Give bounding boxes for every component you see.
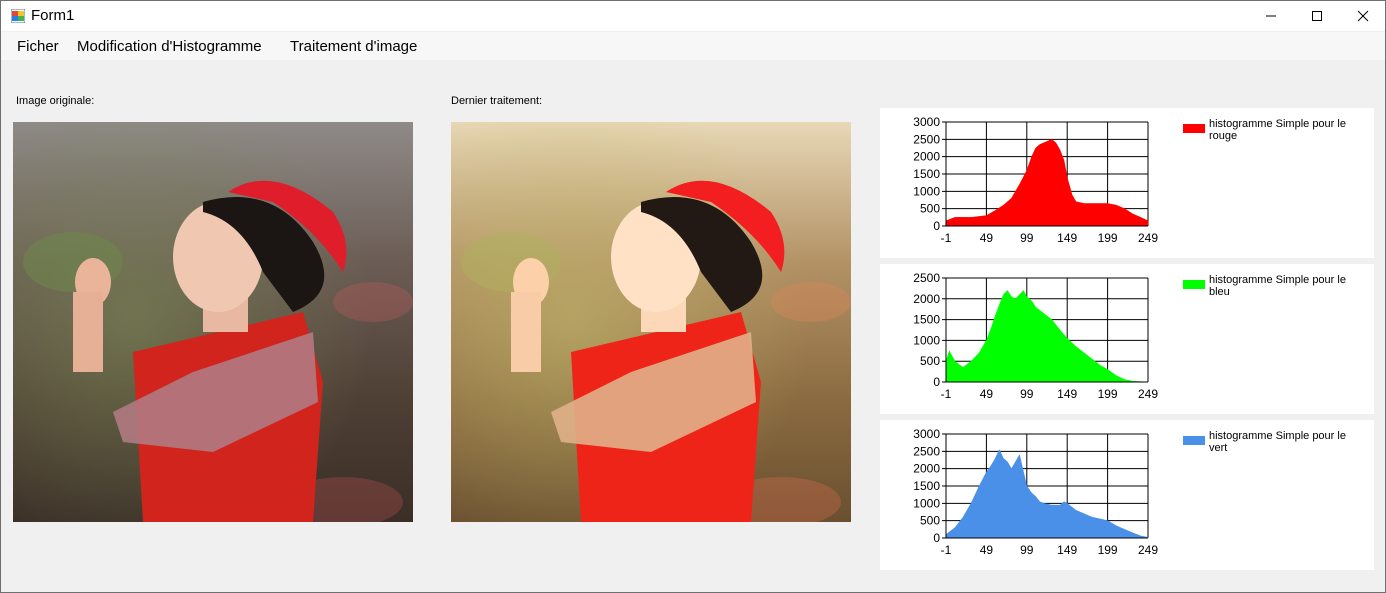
x-tick-label: 199 (1098, 543, 1118, 557)
red-histogram-chart: 3000 2500 2000 1500 1000 500 0-1 49 99 149 199 249 (913, 115, 1158, 245)
legend-label: histogramme Simple pour le bleu (1209, 274, 1346, 298)
x-tick-label: 49 (980, 231, 994, 245)
y-tick-label: 2000 (913, 150, 940, 164)
x-tick-label: 199 (1098, 387, 1118, 401)
menu-traitement-image[interactable]: Traitement d'image (290, 38, 417, 55)
y-tick-label: 1500 (913, 479, 940, 493)
y-tick-label: 1500 (913, 167, 940, 181)
maximize-icon (1312, 11, 1322, 21)
y-tick-label: 0 (933, 531, 940, 545)
window-title: Form1 (31, 7, 75, 24)
y-tick-label: 3000 (913, 427, 940, 441)
legend-swatch (1183, 124, 1205, 133)
y-tick-label: 500 (920, 514, 940, 528)
legend-label: histogramme Simple pour le rouge (1209, 118, 1346, 142)
y-tick-label: 1000 (913, 496, 940, 510)
legend-label: histogramme Simple pour le vert (1209, 430, 1346, 454)
original-image-label: Image originale: (16, 95, 95, 107)
maximize-button[interactable] (1294, 1, 1340, 31)
x-tick-label: 99 (1020, 387, 1034, 401)
close-button[interactable] (1340, 1, 1386, 31)
x-tick-label: 99 (1020, 543, 1034, 557)
x-tick-label: 249 (1138, 387, 1158, 401)
y-tick-label: 2500 (913, 271, 940, 285)
x-tick-label: 149 (1057, 231, 1077, 245)
x-tick-label: -1 (941, 231, 952, 245)
legend-swatch (1183, 436, 1205, 445)
x-tick-label: 149 (1057, 543, 1077, 557)
menu-bar: Ficher Modification d'Histogramme Traite… (1, 32, 1385, 60)
y-tick-label: 2000 (913, 462, 940, 476)
x-tick-label: 249 (1138, 231, 1158, 245)
x-tick-label: 49 (980, 543, 994, 557)
histogram-area (945, 449, 1149, 539)
y-tick-label: 0 (933, 375, 940, 389)
main-window: Form1 Ficher Modification d'Histogramme … (0, 0, 1386, 593)
close-icon (1357, 10, 1369, 22)
menu-modification-histogramme[interactable]: Modification d'Histogramme (77, 38, 262, 55)
histogram-panel-blue: 3000 2500 2000 1500 1000 500 0 -1 49 99 149 199 249 … (880, 420, 1374, 570)
histogram-area (945, 139, 1149, 227)
app-icon (11, 9, 25, 23)
processed-image-label: Dernier traitement: (451, 95, 543, 107)
y-tick-label: 500 (920, 354, 940, 368)
histogram-area (945, 290, 1149, 383)
minimize-button[interactable] (1248, 1, 1294, 31)
x-tick-label: 249 (1138, 543, 1158, 557)
processed-image[interactable] (451, 122, 851, 522)
x-tick-label: -1 (941, 543, 952, 557)
y-tick-label: 500 (920, 202, 940, 216)
x-tick-label: 49 (980, 387, 994, 401)
x-tick-label: 99 (1020, 231, 1034, 245)
legend-swatch (1183, 280, 1205, 289)
x-tick-label: -1 (941, 387, 952, 401)
blue-histogram-chart: 3000 2500 2000 1500 1000 500 0-1 49 99 149 199 249 (913, 427, 1158, 557)
x-tick-label: 149 (1057, 387, 1077, 401)
menu-ficher[interactable]: Ficher (17, 38, 59, 55)
x-tick-label: 199 (1098, 231, 1118, 245)
y-tick-label: 1500 (913, 313, 940, 327)
title-bar[interactable]: Form1 (1, 1, 1385, 31)
y-tick-label: 1000 (913, 333, 940, 347)
y-tick-label: 2500 (913, 132, 940, 146)
y-tick-label: 2500 (913, 444, 940, 458)
y-tick-label: 3000 (913, 115, 940, 129)
original-image[interactable] (13, 122, 413, 522)
y-tick-label: 0 (933, 219, 940, 233)
minimize-icon (1266, 15, 1276, 17)
y-tick-label: 2000 (913, 292, 940, 306)
green-histogram-chart: 2500 2000 1500 1000 500 0-1 49 99 149 199 249 (913, 271, 1158, 401)
y-tick-label: 1000 (913, 184, 940, 198)
histogram-panel-red: 3000 2500 2000 1500 1000 500 0 -1 49 99 149 199 249 … (880, 108, 1374, 258)
histogram-panel-green: 2500 2000 1500 1000 500 0 -1 49 99 149 199 249 hist… (880, 264, 1374, 414)
